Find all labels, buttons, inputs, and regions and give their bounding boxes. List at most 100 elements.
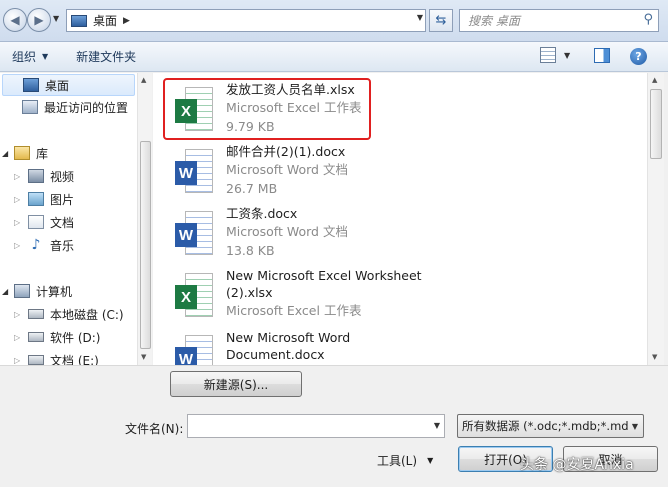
file-type: Microsoft Excel 工作表 xyxy=(226,303,362,318)
preview-pane-button[interactable] xyxy=(594,48,610,63)
file-name: 工资条.docx xyxy=(226,206,298,221)
drive-icon xyxy=(28,355,44,365)
file-type: Microsoft Word 文档 xyxy=(226,162,348,177)
file-name: New Microsoft Word xyxy=(226,330,351,345)
command-toolbar: 组织 ▼ 新建文件夹 ▼ ? xyxy=(0,42,668,72)
nav-item-label: 视频 xyxy=(50,169,75,184)
scroll-down-icon[interactable]: ▼ xyxy=(652,353,657,361)
nav-item-drive-e[interactable]: ▷ 文档 (E:) xyxy=(0,349,99,365)
file-name: New Microsoft Excel Worksheet xyxy=(226,268,422,283)
filename-input[interactable] xyxy=(188,415,424,437)
help-icon[interactable]: ? xyxy=(630,48,647,65)
nav-item-label: 本地磁盘 (C:) xyxy=(50,307,124,322)
tools-label: 工具(L) xyxy=(377,454,418,468)
nav-item-label: 图片 xyxy=(50,192,75,207)
address-box[interactable]: 桌面 ▶ ▼ xyxy=(66,9,426,32)
nav-item-label: 计算机 xyxy=(36,284,73,299)
search-input[interactable]: 搜索 桌面 ⚲ xyxy=(459,9,659,32)
nav-item-desktop[interactable]: 桌面 xyxy=(2,74,135,96)
file-item[interactable]: X New Microsoft Excel Worksheet (2).xlsx… xyxy=(163,263,633,323)
file-type: Microsoft Word 文档 xyxy=(226,224,348,239)
chevron-down-icon[interactable]: ▼ xyxy=(434,421,440,430)
file-list-scrollbar-thumb[interactable] xyxy=(650,89,662,159)
nav-item-drive-c[interactable]: ▷ 本地磁盘 (C:) xyxy=(0,303,124,325)
expanded-arrow-icon[interactable]: ◢ xyxy=(2,149,12,158)
address-dropdown-icon[interactable]: ▼ xyxy=(417,13,423,22)
forward-arrow-icon: ▶ xyxy=(34,13,44,27)
nav-item-music[interactable]: ▷ ♪ 音乐 xyxy=(0,234,74,256)
change-view-button[interactable]: ▼ xyxy=(540,47,570,63)
file-name: 邮件合并(2)(1).docx xyxy=(226,144,346,159)
breadcrumb-chevron-icon[interactable]: ▶ xyxy=(123,16,130,26)
nav-item-documents[interactable]: ▷ 文档 xyxy=(0,211,74,233)
nav-scrollbar-thumb[interactable] xyxy=(140,141,151,349)
search-placeholder: 搜索 桌面 xyxy=(468,14,520,28)
file-item[interactable]: W 工资条.docx Microsoft Word 文档 13.8 KB xyxy=(163,201,633,261)
file-name-line2: (2).xlsx xyxy=(226,285,273,300)
nav-item-label: 软件 (D:) xyxy=(50,330,101,345)
documents-icon xyxy=(28,215,44,229)
desktop-icon xyxy=(23,78,39,92)
new-folder-label: 新建文件夹 xyxy=(76,50,137,64)
file-type-filter[interactable]: 所有数据源 (*.odc;*.mdb;*.md ▼ xyxy=(457,414,644,438)
dialog-footer: 新建源(S)... 文件名(N): ▼ 所有数据源 (*.odc;*.mdb;*… xyxy=(0,365,668,487)
organize-button[interactable]: 组织 ▼ xyxy=(12,48,48,65)
chevron-down-icon: ▼ xyxy=(631,422,638,431)
file-item[interactable]: W New Microsoft Word Document.docx xyxy=(163,325,633,365)
new-folder-button[interactable]: 新建文件夹 xyxy=(76,48,136,65)
filename-field[interactable]: ▼ xyxy=(187,414,445,438)
nav-item-label: 文档 xyxy=(50,215,75,230)
file-item[interactable]: W 邮件合并(2)(1).docx Microsoft Word 文档 26.7… xyxy=(163,139,633,199)
nav-item-drive-d[interactable]: ▷ 软件 (D:) xyxy=(0,326,100,348)
search-icon[interactable]: ⚲ xyxy=(643,12,653,27)
collapsed-arrow-icon[interactable]: ▷ xyxy=(14,241,24,250)
highlight-box xyxy=(163,78,371,140)
nav-item-library[interactable]: ◢ 库 xyxy=(0,142,48,164)
expanded-arrow-icon[interactable]: ◢ xyxy=(2,287,12,296)
filename-label: 文件名(N): xyxy=(125,422,184,436)
scroll-down-icon[interactable]: ▼ xyxy=(141,353,146,361)
nav-item-computer[interactable]: ◢ 计算机 xyxy=(0,280,72,302)
excel-icon: X xyxy=(175,273,215,319)
collapsed-arrow-icon[interactable]: ▷ xyxy=(14,195,24,204)
word-icon: W xyxy=(175,335,215,365)
scroll-up-icon[interactable]: ▲ xyxy=(652,76,657,84)
navigation-pane: 桌面 最近访问的位置 ◢ 库 ▷ 视频 ▷ 图片 ▷ 文档 ▷ ♪ 音乐 ◢ 计… xyxy=(0,73,152,365)
scroll-up-icon[interactable]: ▲ xyxy=(141,76,146,84)
new-source-button[interactable]: 新建源(S)... xyxy=(170,371,302,397)
back-button[interactable]: ◀ xyxy=(3,8,27,32)
file-type-filter-value: 所有数据源 (*.odc;*.mdb;*.md xyxy=(462,419,629,433)
file-size: 26.7 MB xyxy=(226,181,278,196)
collapsed-arrow-icon[interactable]: ▷ xyxy=(14,310,24,319)
chevron-down-icon: ▼ xyxy=(42,52,49,61)
library-icon xyxy=(14,146,30,160)
nav-item-pictures[interactable]: ▷ 图片 xyxy=(0,188,74,210)
nav-item-label: 文档 (E:) xyxy=(50,353,99,366)
breadcrumb-desktop[interactable]: 桌面 xyxy=(93,12,117,29)
pictures-icon xyxy=(28,192,44,206)
collapsed-arrow-icon[interactable]: ▷ xyxy=(14,333,24,342)
forward-button[interactable]: ▶ xyxy=(27,8,51,32)
refresh-button[interactable]: ⇆ xyxy=(429,9,453,32)
nav-item-label: 最近访问的位置 xyxy=(44,100,129,115)
chevron-down-icon[interactable]: ▼ xyxy=(564,51,570,60)
word-icon: W xyxy=(175,149,215,195)
recent-locations-dropdown[interactable]: ▼ xyxy=(53,14,59,23)
nav-item-label: 音乐 xyxy=(50,238,75,253)
file-list: X 发放工资人员名单.xlsx Microsoft Excel 工作表 9.79… xyxy=(153,73,647,365)
tools-button[interactable]: 工具(L) ▼ xyxy=(377,452,433,469)
computer-icon xyxy=(14,284,30,298)
file-list-scrollbar[interactable]: ▲ ▼ xyxy=(647,73,664,365)
back-arrow-icon: ◀ xyxy=(10,13,20,27)
nav-item-videos[interactable]: ▷ 视频 xyxy=(0,165,74,187)
nav-scrollbar[interactable]: ▲ ▼ xyxy=(137,73,152,365)
collapsed-arrow-icon[interactable]: ▷ xyxy=(14,172,24,181)
videos-icon xyxy=(28,169,44,183)
file-name-line2: Document.docx xyxy=(226,347,325,362)
collapsed-arrow-icon[interactable]: ▷ xyxy=(14,356,24,365)
nav-item-label: 库 xyxy=(36,146,49,161)
word-icon: W xyxy=(175,211,215,257)
watermark: 头条 @安夏Anxia xyxy=(520,457,634,473)
nav-item-recent-places[interactable]: 最近访问的位置 xyxy=(2,96,128,118)
collapsed-arrow-icon[interactable]: ▷ xyxy=(14,218,24,227)
